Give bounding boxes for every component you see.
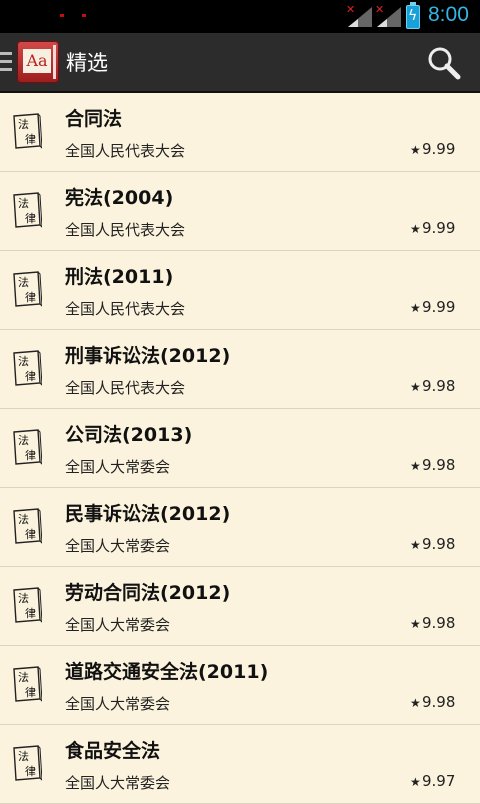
law-score: 9.99 [422, 140, 456, 158]
svg-text:法: 法 [18, 354, 29, 368]
list-item[interactable]: 法 律 刑事诉讼法(2012) 全国人民代表大会 ★ 9.98 [0, 330, 480, 409]
law-book-icon: 法 律 [12, 586, 43, 624]
law-author: 全国人大常委会 [65, 695, 171, 713]
svg-text:律: 律 [25, 212, 36, 225]
law-title: 刑法(2011) [65, 266, 174, 288]
svg-text:法: 法 [18, 749, 29, 763]
signal-icon: ✕ [346, 3, 372, 27]
law-title: 刑事诉讼法(2012) [65, 345, 231, 367]
list-item[interactable]: 法 律 宪法(2004) 全国人民代表大会 ★ 9.99 [0, 172, 480, 251]
law-author: 全国人大常委会 [65, 616, 171, 634]
law-score: 9.98 [422, 535, 456, 553]
law-score: 9.98 [422, 614, 456, 632]
svg-text:律: 律 [25, 765, 36, 778]
list-item[interactable]: 法 律 劳动合同法(2012) 全国人大常委会 ★ 9.98 [0, 567, 480, 646]
list-item[interactable]: 法 律 民事诉讼法(2012) 全国人大常委会 ★ 9.98 [0, 488, 480, 567]
svg-text:律: 律 [25, 607, 36, 620]
svg-text:律: 律 [25, 528, 36, 541]
list-item[interactable]: 法 律 刑法(2011) 全国人民代表大会 ★ 9.99 [0, 251, 480, 330]
law-score: 9.99 [422, 219, 456, 237]
law-title: 合同法 [65, 108, 123, 130]
svg-text:法: 法 [18, 591, 29, 605]
law-author: 全国人民代表大会 [65, 142, 186, 160]
star-icon: ★ [410, 538, 421, 552]
law-author: 全国人民代表大会 [65, 221, 186, 239]
law-title: 宪法(2004) [65, 187, 174, 209]
law-title: 劳动合同法(2012) [65, 582, 231, 604]
status-bar: ✕ ✕ ϟ 8:00 [0, 0, 480, 33]
app-icon-text: Aa [23, 49, 51, 73]
law-title: 食品安全法 [65, 740, 161, 762]
svg-text:法: 法 [18, 512, 29, 526]
star-icon: ★ [410, 459, 421, 473]
law-book-icon: 法 律 [12, 507, 43, 545]
law-author: 全国人大常委会 [65, 774, 171, 792]
search-icon[interactable] [426, 45, 462, 81]
law-score: 9.98 [422, 377, 456, 395]
star-icon: ★ [410, 380, 421, 394]
svg-text:律: 律 [25, 370, 36, 383]
star-icon: ★ [410, 301, 421, 315]
svg-text:法: 法 [18, 196, 29, 210]
star-icon: ★ [410, 143, 421, 157]
law-score: 9.99 [422, 298, 456, 316]
star-icon: ★ [410, 775, 421, 789]
notification-icon [60, 14, 88, 18]
star-icon: ★ [410, 617, 421, 631]
law-book-icon: 法 律 [12, 665, 43, 703]
law-author: 全国人大常委会 [65, 537, 171, 555]
law-book-icon: 法 律 [12, 270, 43, 308]
svg-text:法: 法 [18, 275, 29, 289]
law-book-icon: 法 律 [12, 191, 43, 229]
svg-text:律: 律 [25, 686, 36, 699]
status-clock: 8:00 [428, 3, 469, 26]
law-author: 全国人民代表大会 [65, 379, 186, 397]
law-book-icon: 法 律 [12, 744, 43, 782]
law-list: 法 律 合同法 全国人民代表大会 ★ 9.99 法 律 宪法(2004) 全国人… [0, 93, 480, 804]
law-score: 9.98 [422, 456, 456, 474]
page-title: 精选 [66, 51, 108, 75]
svg-text:律: 律 [25, 291, 36, 304]
law-author: 全国人大常委会 [65, 458, 171, 476]
list-item[interactable]: 法 律 食品安全法 全国人大常委会 ★ 9.97 [0, 725, 480, 804]
law-title: 公司法(2013) [65, 424, 193, 446]
star-icon: ★ [410, 696, 421, 710]
law-title: 道路交通安全法(2011) [65, 661, 269, 683]
svg-text:律: 律 [25, 449, 36, 462]
star-icon: ★ [410, 222, 421, 236]
app-icon[interactable]: Aa [17, 41, 59, 83]
law-book-icon: 法 律 [12, 428, 43, 466]
law-score: 9.98 [422, 693, 456, 711]
list-item[interactable]: 法 律 合同法 全国人民代表大会 ★ 9.99 [0, 93, 480, 172]
law-title: 民事诉讼法(2012) [65, 503, 231, 525]
signal-icon: ✕ [375, 3, 401, 27]
list-item[interactable]: 法 律 公司法(2013) 全国人大常委会 ★ 9.98 [0, 409, 480, 488]
svg-text:法: 法 [18, 670, 29, 684]
svg-text:律: 律 [25, 133, 36, 146]
action-bar: Aa 精选 [0, 33, 480, 93]
law-book-icon: 法 律 [12, 112, 43, 150]
svg-text:法: 法 [18, 433, 29, 447]
law-author: 全国人民代表大会 [65, 300, 186, 318]
law-book-icon: 法 律 [12, 349, 43, 387]
menu-icon[interactable] [0, 52, 12, 72]
law-score: 9.97 [422, 772, 456, 790]
battery-charging-icon: ϟ [406, 2, 420, 29]
list-item[interactable]: 法 律 道路交通安全法(2011) 全国人大常委会 ★ 9.98 [0, 646, 480, 725]
svg-text:法: 法 [18, 117, 29, 131]
